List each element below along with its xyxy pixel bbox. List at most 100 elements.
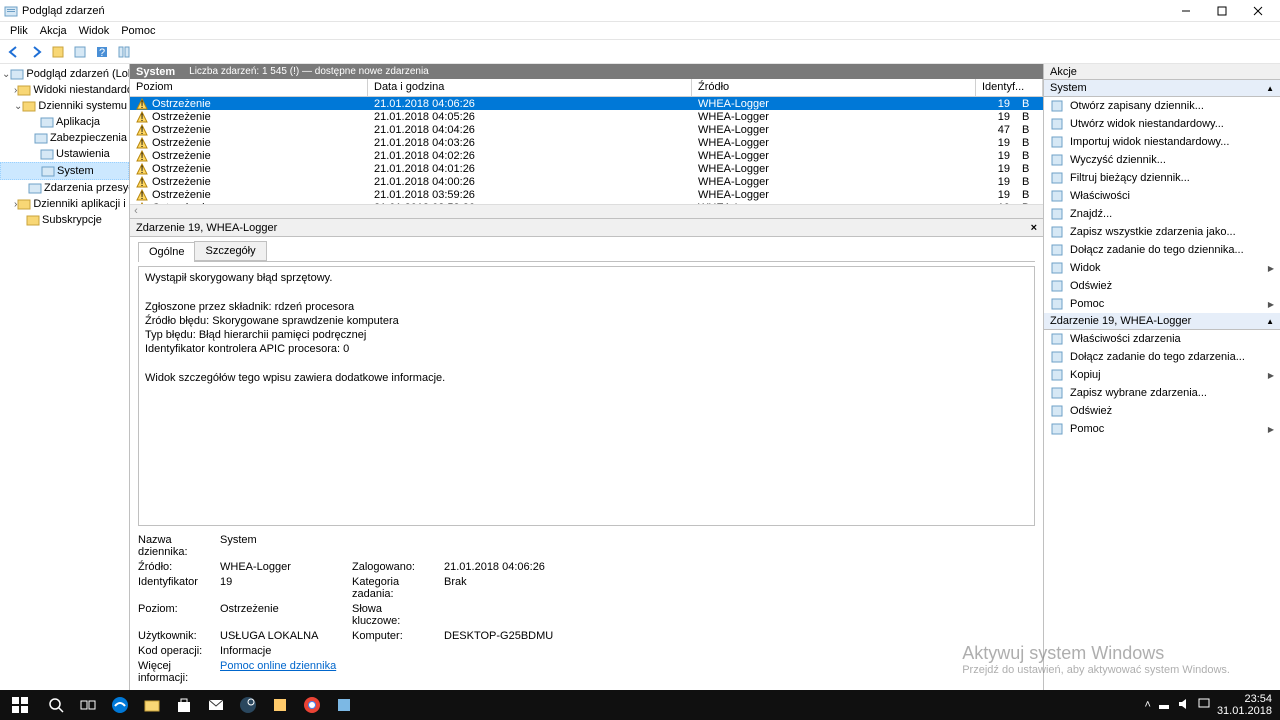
minimize-button[interactable]	[1168, 0, 1204, 22]
explorer-icon[interactable]	[136, 690, 168, 720]
action-item[interactable]: Otwórz zapisany dziennik...	[1044, 97, 1280, 115]
tree-root[interactable]: ⌄ Podgląd zdarzeń (Lokalny)	[0, 66, 129, 82]
window-titlebar: Podgląd zdarzeń	[0, 0, 1280, 22]
tree-item[interactable]: ›Widoki niestandardowe	[0, 82, 129, 98]
start-button[interactable]	[0, 690, 40, 720]
tray-notifications-icon[interactable]	[1197, 697, 1211, 714]
tree-item[interactable]: Subskrypcje	[0, 212, 129, 228]
detail-close-button[interactable]: ×	[1031, 222, 1037, 234]
column-id[interactable]: Identyf...	[976, 79, 1043, 96]
tray-volume-icon[interactable]	[1177, 697, 1191, 714]
panes-button[interactable]	[114, 42, 134, 62]
help-button[interactable]: ?	[92, 42, 112, 62]
table-row[interactable]: !Ostrzeżenie 21.01.2018 04:06:26 WHEA-Lo…	[130, 97, 1043, 110]
table-row[interactable]: !Ostrzeżenie 21.01.2018 03:59:26 WHEA-Lo…	[130, 188, 1043, 201]
task-view-icon[interactable]	[72, 690, 104, 720]
prop-eventid: 19	[220, 576, 340, 600]
action-icon	[1050, 153, 1064, 167]
tree-item[interactable]: Zabezpieczenia	[0, 130, 129, 146]
chrome-icon[interactable]	[296, 690, 328, 720]
action-item[interactable]: Właściwości	[1044, 187, 1280, 205]
properties-button[interactable]	[70, 42, 90, 62]
action-item[interactable]: Widok▶	[1044, 259, 1280, 277]
search-icon[interactable]	[40, 690, 72, 720]
action-icon	[1050, 404, 1064, 418]
table-row[interactable]: !Ostrzeżenie 21.01.2018 04:00:26 WHEA-Lo…	[130, 175, 1043, 188]
action-item[interactable]: Dołącz zadanie do tego zdarzenia...	[1044, 348, 1280, 366]
navigation-tree[interactable]: ⌄ Podgląd zdarzeń (Lokalny) ›Widoki nies…	[0, 64, 130, 690]
table-row[interactable]: !Ostrzeżenie 21.01.2018 04:05:26 WHEA-Lo…	[130, 110, 1043, 123]
app-icon-2[interactable]	[328, 690, 360, 720]
table-row[interactable]: !Ostrzeżenie 21.01.2018 04:03:26 WHEA-Lo…	[130, 136, 1043, 149]
steam-icon[interactable]	[232, 690, 264, 720]
tree-item[interactable]: Ustawienia	[0, 146, 129, 162]
back-button[interactable]	[4, 42, 24, 62]
table-row[interactable]: !Ostrzeżenie 21.01.2018 04:02:26 WHEA-Lo…	[130, 149, 1043, 162]
tab-general[interactable]: Ogólne	[138, 242, 195, 262]
action-item[interactable]: Pomoc▶	[1044, 420, 1280, 438]
svg-text:!: !	[140, 112, 143, 123]
action-item[interactable]: Filtruj bieżący dziennik...	[1044, 169, 1280, 187]
warning-icon: !	[136, 111, 148, 123]
prop-source: WHEA-Logger	[220, 561, 340, 573]
column-headers[interactable]: Poziom Data i godzina Źródło Identyf...	[130, 79, 1043, 97]
show-tree-button[interactable]	[48, 42, 68, 62]
event-properties-grid: Nazwa dziennika: System Źródło: WHEA-Log…	[138, 532, 1035, 686]
action-icon	[1050, 350, 1064, 364]
actions-section-system: System▲	[1044, 80, 1280, 97]
store-icon[interactable]	[168, 690, 200, 720]
system-tray[interactable]: ˄ 23:54 31.01.2018	[1145, 693, 1280, 717]
action-icon	[1050, 332, 1064, 346]
action-item[interactable]: Zapisz wybrane zdarzenia...	[1044, 384, 1280, 402]
menu-view[interactable]: Widok	[73, 25, 116, 37]
action-item[interactable]: Właściwości zdarzenia	[1044, 330, 1280, 348]
warning-icon: !	[136, 150, 148, 162]
edge-icon[interactable]	[104, 690, 136, 720]
close-button[interactable]	[1240, 0, 1276, 22]
table-row[interactable]: !Ostrzeżenie 21.01.2018 04:01:26 WHEA-Lo…	[130, 162, 1043, 175]
action-item[interactable]: Pomoc▶	[1044, 295, 1280, 313]
action-item[interactable]: Zapisz wszystkie zdarzenia jako...	[1044, 223, 1280, 241]
action-item[interactable]: Odśwież	[1044, 277, 1280, 295]
menu-bar: Plik Akcja Widok Pomoc	[0, 22, 1280, 40]
app-icon-1[interactable]	[264, 690, 296, 720]
action-item[interactable]: Kopiuj▶	[1044, 366, 1280, 384]
action-item[interactable]: Odśwież	[1044, 402, 1280, 420]
menu-action[interactable]: Akcja	[34, 25, 73, 37]
action-icon	[1050, 261, 1064, 275]
more-info-link[interactable]: Pomoc online dziennika	[220, 660, 340, 684]
action-icon	[1050, 117, 1064, 131]
tab-details[interactable]: Szczegóły	[194, 241, 266, 261]
tree-item[interactable]: System	[0, 162, 129, 180]
column-level[interactable]: Poziom	[130, 79, 368, 96]
svg-text:!: !	[140, 125, 143, 136]
tree-item[interactable]: Aplikacja	[0, 114, 129, 130]
tray-network-icon[interactable]	[1157, 697, 1171, 714]
action-item[interactable]: Znajdź...	[1044, 205, 1280, 223]
forward-button[interactable]	[26, 42, 46, 62]
column-source[interactable]: Źródło	[692, 79, 976, 96]
action-item[interactable]: Wyczyść dziennik...	[1044, 151, 1280, 169]
column-date[interactable]: Data i godzina	[368, 79, 692, 96]
detail-title: Zdarzenie 19, WHEA-Logger	[136, 222, 277, 234]
action-item[interactable]: Utwórz widok niestandardowy...	[1044, 115, 1280, 133]
menu-file[interactable]: Plik	[4, 25, 34, 37]
action-icon	[1050, 225, 1064, 239]
tray-chevron-icon[interactable]: ˄	[1145, 699, 1151, 711]
event-count: Liczba zdarzeń: 1 545 (!) — dostępne now…	[189, 66, 429, 77]
menu-help[interactable]: Pomoc	[115, 25, 161, 37]
tree-item[interactable]: ⌄Dzienniki systemu Windows	[0, 98, 129, 114]
tree-item[interactable]: ›Dzienniki aplikacji i usług	[0, 196, 129, 212]
warning-icon: !	[136, 124, 148, 136]
action-item[interactable]: Importuj widok niestandardowy...	[1044, 133, 1280, 151]
table-row[interactable]: !Ostrzeżenie 21.01.2018 04:04:26 WHEA-Lo…	[130, 123, 1043, 136]
action-icon	[1050, 297, 1064, 311]
mail-icon[interactable]	[200, 690, 232, 720]
action-icon	[1050, 368, 1064, 382]
action-item[interactable]: Dołącz zadanie do tego dziennika...	[1044, 241, 1280, 259]
prop-category: Brak	[444, 576, 604, 600]
tree-item[interactable]: Zdarzenia przesyłane dalej	[0, 180, 129, 196]
taskbar[interactable]: ˄ 23:54 31.01.2018	[0, 690, 1280, 720]
maximize-button[interactable]	[1204, 0, 1240, 22]
horizontal-scrollbar[interactable]: ‹	[130, 204, 1043, 218]
